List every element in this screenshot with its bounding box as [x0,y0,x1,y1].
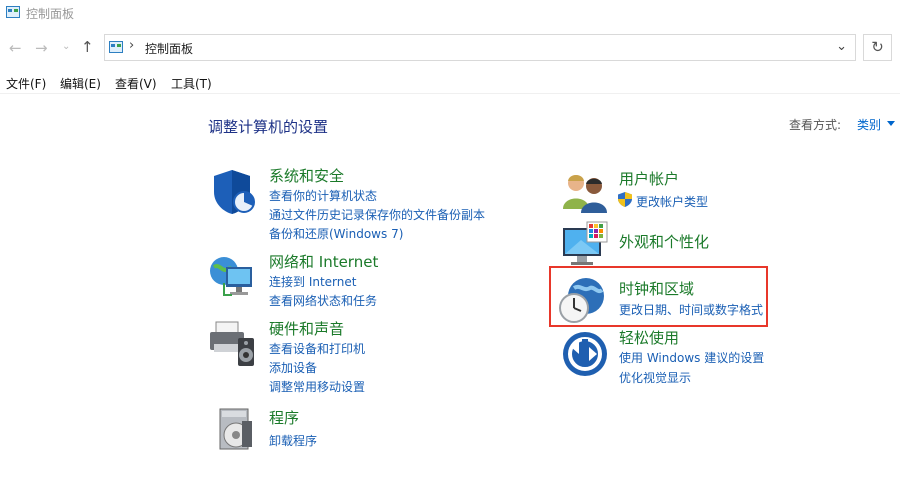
link-mobility-settings[interactable]: 调整常用移动设置 [269,378,365,395]
uac-shield-icon [618,192,632,207]
category-user-accounts[interactable]: 用户帐户 [619,168,679,189]
link-add-device[interactable]: 添加设备 [269,359,317,376]
chevron-down-icon[interactable]: ⌄ [836,39,847,54]
page-title: 调整计算机的设置 [208,118,329,136]
recent-dropdown-icon[interactable]: ⌄ [62,41,70,52]
link-change-account-type[interactable]: 更改帐户类型 [636,193,708,210]
programs-disc-icon [219,408,252,450]
address-bar[interactable]: › 控制面板 ⌄ [104,34,856,61]
category-appearance-personalization[interactable]: 外观和个性化 [619,231,709,252]
link-file-history-backup[interactable]: 通过文件历史记录保存你的文件备份副本 [269,206,485,223]
printer-speaker-icon [210,321,254,366]
link-recommended-settings[interactable]: 使用 Windows 建议的设置 [619,349,764,366]
menu-view[interactable]: 查看(V) [115,75,157,92]
category-hardware-sound[interactable]: 硬件和声音 [269,318,344,339]
link-optimize-display[interactable]: 优化视觉显示 [619,369,691,386]
menu-edit[interactable]: 编辑(E) [60,75,101,92]
ease-of-access-icon [563,332,607,376]
link-devices-printers[interactable]: 查看设备和打印机 [269,340,365,357]
link-backup-restore[interactable]: 备份和还原(Windows 7) [269,225,403,242]
refresh-icon: ↻ [871,38,884,56]
link-network-status[interactable]: 查看网络状态和任务 [269,292,377,309]
view-by-label: 查看方式: [789,118,842,132]
control-panel-icon [109,41,123,53]
refresh-button[interactable]: ↻ [863,34,892,61]
category-system-security[interactable]: 系统和安全 [269,165,344,186]
network-globe-icon [210,257,252,296]
chevron-right-icon: › [129,38,135,53]
up-arrow-icon[interactable]: ↑ [81,38,94,56]
category-ease-of-access[interactable]: 轻松使用 [619,327,679,348]
breadcrumb-control-panel[interactable]: 控制面板 [145,40,193,57]
control-panel-icon [6,6,20,18]
highlight-box [549,266,768,327]
category-network-internet[interactable]: 网络和 Internet [269,251,378,272]
window-title: 控制面板 [26,7,75,21]
user-accounts-icon [563,175,607,213]
back-arrow-icon[interactable]: ← [9,39,22,57]
link-connect-internet[interactable]: 连接到 Internet [269,273,356,290]
shield-icon [214,170,255,214]
view-dropdown-caret-icon[interactable] [887,121,895,126]
menu-tools[interactable]: 工具(T) [171,75,212,92]
menu-file[interactable]: 文件(F) [6,75,46,92]
category-programs[interactable]: 程序 [269,407,299,428]
link-uninstall-program[interactable]: 卸载程序 [269,432,317,449]
appearance-monitor-icon [563,221,608,265]
forward-arrow-icon[interactable]: → [35,39,48,57]
menu-divider [0,93,900,94]
link-view-computer-status[interactable]: 查看你的计算机状态 [269,187,377,204]
view-by-dropdown[interactable]: 类别 [857,116,881,133]
title-bar: 控制面板 [0,0,900,28]
